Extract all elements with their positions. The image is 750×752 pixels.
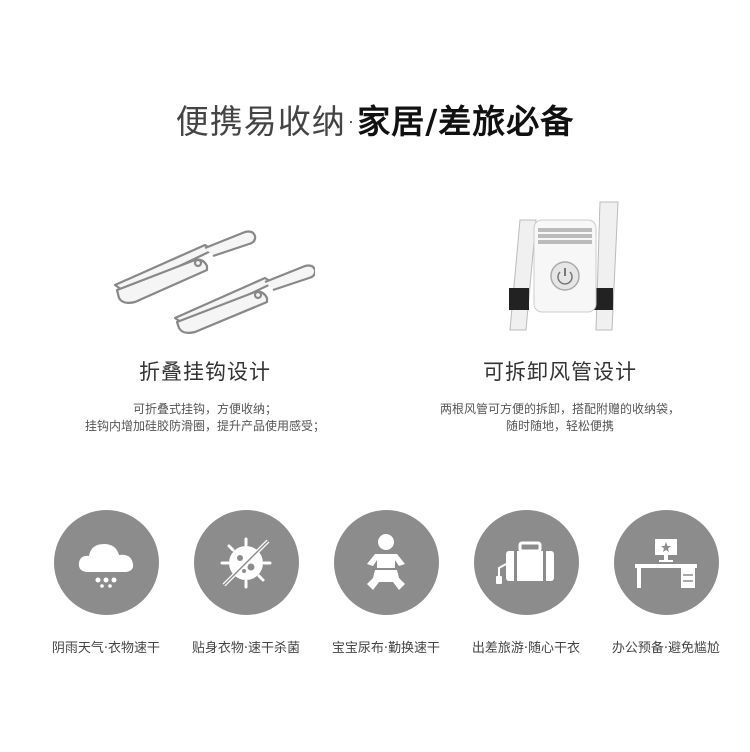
no-bacteria-icon <box>220 537 272 588</box>
scenario-label: 贴身衣物·速干杀菌 <box>191 641 301 656</box>
usage-scenarios: 阴雨天气·衣物速干 贴身衣物·速干杀菌 宝宝尿布·勤换速干 出差旅游·随心干衣 … <box>0 510 750 660</box>
suitcase-icon <box>496 541 554 584</box>
feature-desc-folding-hooks: 可折叠式挂钩，方便收纳； 挂钩内增加硅胶防滑圈，提升产品使用感受； <box>35 401 375 435</box>
desc-line: 两根风管可方便的拆卸，搭配附赠的收纳袋， <box>439 402 680 416</box>
scenario-travel: 出差旅游·随心干衣 <box>456 510 596 656</box>
scenario-baby: 宝宝尿布·勤换速干 <box>316 510 456 656</box>
scenario-circle <box>53 510 159 615</box>
title-light: 便携易收纳· <box>175 102 358 141</box>
feature-desc-detachable-tubes: 两根风管可方便的拆卸，搭配附赠的收纳袋， 随时随地，轻松便携 <box>390 401 730 435</box>
scenario-label: 出差旅游·随心干衣 <box>471 641 581 656</box>
scenario-rainy-weather: 阴雨天气·衣物速干 <box>36 510 176 656</box>
scenario-circle <box>333 510 439 615</box>
feature-detachable-tubes: 可拆卸风管设计 两根风管可方便的拆卸，搭配附赠的收纳袋， 随时随地，轻松便携 <box>390 190 730 435</box>
dryer-unit-illustration <box>390 190 730 345</box>
dryer-icon <box>509 201 619 331</box>
cloud-rain-icon <box>78 543 134 588</box>
feature-folding-hooks: 折叠挂钩设计 可折叠式挂钩，方便收纳； 挂钩内增加硅胶防滑圈，提升产品使用感受； <box>35 190 375 435</box>
desc-line: 挂钩内增加硅胶防滑圈，提升产品使用感受； <box>84 419 325 433</box>
title-bold: 家居/差旅必备 <box>357 102 575 141</box>
office-desk-icon <box>635 538 697 588</box>
scenario-label: 阴雨天气·衣物速干 <box>51 641 161 656</box>
desc-line: 可折叠式挂钩，方便收纳； <box>132 402 277 416</box>
page-title: 便携易收纳·家居/差旅必备 <box>0 100 750 144</box>
hooks-icon <box>113 230 315 334</box>
scenario-circle <box>193 510 299 615</box>
scenario-label: 办公预备·避免尴尬 <box>611 641 721 656</box>
desc-line: 随时随地，轻松便携 <box>505 419 614 433</box>
folding-hooks-illustration <box>35 190 375 345</box>
scenario-circle <box>473 510 579 615</box>
baby-icon <box>367 533 405 590</box>
feature-title-folding-hooks: 折叠挂钩设计 <box>139 360 271 384</box>
scenario-underwear: 贴身衣物·速干杀菌 <box>176 510 316 656</box>
scenario-circle <box>613 510 719 615</box>
feature-title-detachable-tubes: 可拆卸风管设计 <box>483 360 637 384</box>
scenario-office: 办公预备·避免尴尬 <box>596 510 736 656</box>
scenario-label: 宝宝尿布·勤换速干 <box>331 641 441 656</box>
